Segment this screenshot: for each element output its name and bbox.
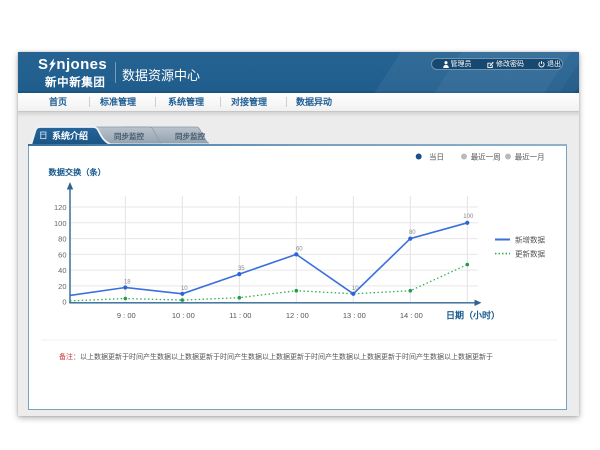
svg-text:最近一周: 最近一周 (471, 152, 501, 162)
svg-text:100: 100 (463, 214, 474, 220)
svg-text:同步监控: 同步监控 (175, 131, 205, 141)
svg-text:80: 80 (58, 235, 66, 244)
svg-text:更新数据: 更新数据 (515, 249, 545, 259)
svg-text:18: 18 (124, 280, 131, 286)
svg-text:备注：以上数据更新于时间产生数据以上数据更新于时间产生数据以: 备注：以上数据更新于时间产生数据以上数据更新于时间产生数据以上数据更新于时间产生… (59, 352, 493, 361)
svg-text:11 : 00: 11 : 00 (229, 311, 251, 320)
svg-text:数据交换（条）: 数据交换（条） (49, 167, 106, 177)
svg-text:35: 35 (238, 266, 245, 272)
svg-text:14 : 00: 14 : 00 (400, 311, 423, 320)
svg-text:80: 80 (409, 230, 416, 236)
svg-text:日期（小时）: 日期（小时） (446, 310, 500, 321)
svg-text:最近一月: 最近一月 (515, 152, 545, 162)
svg-text:20: 20 (58, 282, 66, 291)
svg-text:新增数据: 新增数据 (515, 235, 545, 245)
svg-text:9 : 00: 9 : 00 (117, 311, 136, 320)
svg-text:系统介绍: 系统介绍 (52, 130, 88, 141)
svg-text:60: 60 (58, 250, 66, 259)
svg-text:12 : 00: 12 : 00 (286, 311, 309, 320)
svg-text:10 : 00: 10 : 00 (172, 311, 195, 320)
svg-text:13 : 00: 13 : 00 (343, 311, 366, 320)
svg-text:10: 10 (352, 286, 359, 292)
svg-text:0: 0 (62, 298, 66, 307)
svg-text:10: 10 (181, 286, 188, 292)
svg-text:同步监控: 同步监控 (114, 131, 144, 141)
svg-text:120: 120 (54, 203, 67, 212)
svg-text:当日: 当日 (429, 152, 444, 162)
svg-text:100: 100 (54, 219, 67, 228)
svg-text:40: 40 (58, 266, 66, 275)
svg-text:60: 60 (296, 246, 303, 252)
